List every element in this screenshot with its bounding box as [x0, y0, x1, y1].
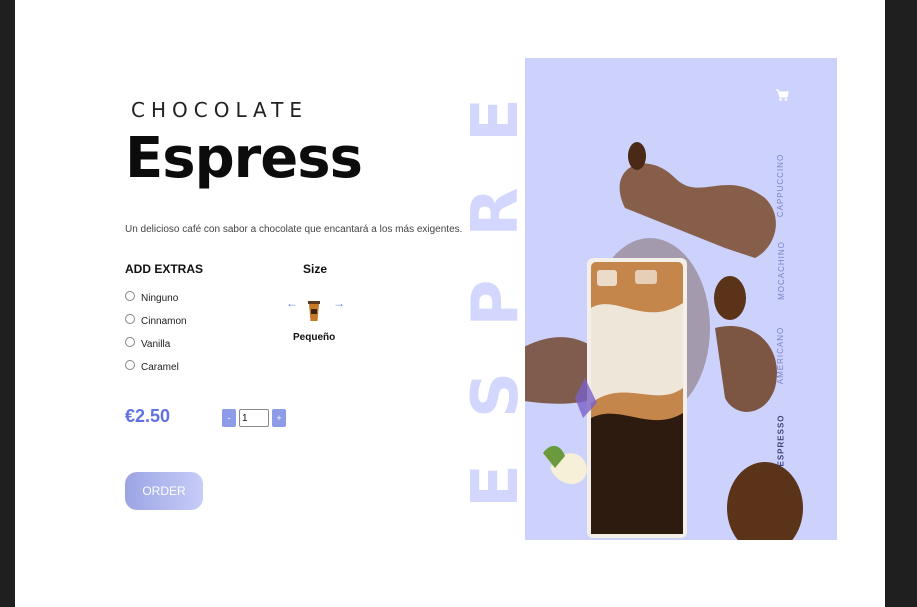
coffee-nav: CAPPUCCINO MOCACHINO AMERICANO ESPRESSO: [766, 150, 796, 470]
extra-label: Caramel: [141, 362, 179, 373]
hero-letter: S: [459, 371, 533, 418]
extra-option-ninguno[interactable]: Ninguno: [125, 287, 187, 310]
product-card: CHOCOLATE Espress Un delicioso café con …: [15, 0, 885, 607]
arrow-left-icon[interactable]: ←: [286, 296, 298, 310]
extra-label: Vanilla: [141, 339, 171, 350]
hero-big-word: E R P S E: [459, 88, 533, 518]
size-selected-label: Pequeño: [293, 332, 336, 343]
hero-letter: R: [459, 186, 533, 237]
product-description: Un delicioso café con sabor a chocolate …: [125, 224, 463, 235]
order-button[interactable]: ORDER: [125, 472, 203, 510]
nav-item-label: AMERICANO: [776, 326, 786, 384]
extra-label: Ninguno: [141, 293, 179, 304]
product-eyebrow: CHOCOLATE: [131, 98, 309, 122]
nav-item-espresso[interactable]: ESPRESSO: [766, 405, 796, 475]
radio-ninguno[interactable]: [125, 290, 135, 301]
hero-letter: P: [459, 279, 533, 327]
size-title: Size: [303, 262, 328, 276]
nav-item-label: CAPPUCCINO: [776, 153, 786, 217]
radio-cinnamon[interactable]: [125, 313, 135, 324]
extra-label: Cinnamon: [141, 316, 187, 327]
cart-icon[interactable]: [775, 88, 789, 102]
arrow-right-icon[interactable]: →: [333, 296, 345, 310]
radio-vanilla[interactable]: [125, 336, 135, 347]
quantity-input[interactable]: [239, 409, 269, 427]
nav-item-label: ESPRESSO: [776, 413, 786, 467]
radio-caramel[interactable]: [125, 359, 135, 370]
hero-letter: E: [459, 464, 533, 508]
price: €2.50: [125, 406, 171, 426]
cup-icon: [308, 301, 320, 321]
extras-title: ADD EXTRAS: [125, 262, 204, 276]
quantity-minus-button[interactable]: -: [222, 409, 236, 427]
nav-item-mocachino[interactable]: MOCACHINO: [766, 235, 796, 305]
nav-item-label: MOCACHINO: [776, 240, 786, 300]
extra-option-vanilla[interactable]: Vanilla: [125, 333, 187, 356]
quantity-plus-button[interactable]: +: [272, 409, 286, 427]
nav-item-cappuccino[interactable]: CAPPUCCINO: [766, 150, 796, 220]
nav-item-americano[interactable]: AMERICANO: [766, 320, 796, 390]
extra-option-cinnamon[interactable]: Cinnamon: [125, 310, 187, 333]
hero-letter: E: [459, 98, 533, 142]
extras-list: Ninguno Cinnamon Vanilla Caramel: [125, 287, 187, 379]
quantity-stepper: - +: [222, 409, 286, 427]
product-title: Espress: [125, 126, 363, 191]
extra-option-caramel[interactable]: Caramel: [125, 356, 187, 379]
